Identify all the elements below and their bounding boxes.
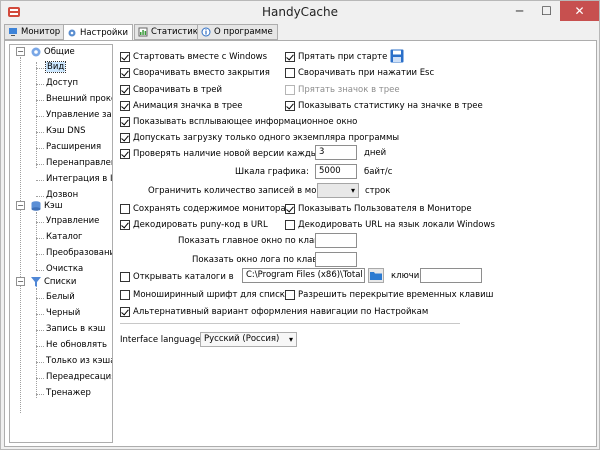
interface-language-select[interactable]: Русский (Россия) ▾ [200, 332, 297, 347]
tree-group-cache[interactable]: Кэш [44, 200, 62, 213]
gear-icon [31, 47, 41, 57]
monitor-icon [9, 28, 17, 36]
minimize-button[interactable]: ─ [506, 1, 533, 21]
tree-item-write-cache[interactable]: Запись в кэш [46, 323, 105, 336]
graph-scale-input[interactable]: 5000 [315, 164, 357, 179]
limit-records-unit: строк [365, 186, 391, 196]
tree-item-extensions[interactable]: Расширения [46, 141, 101, 154]
tree-item-trainer[interactable]: Тренажер [46, 387, 91, 400]
show-stats-tray-checkbox[interactable]: Показывать статистику на значке в трее [285, 100, 483, 112]
tab-monitor[interactable]: Монитор [4, 24, 66, 40]
close-button[interactable]: ✕ [560, 1, 599, 21]
tree-item-access[interactable]: Доступ [46, 77, 78, 90]
folder-icon [370, 272, 382, 280]
alt-nav-checkbox[interactable]: Альтернативный вариант оформления навига… [120, 306, 428, 318]
minimize-to-tray-checkbox[interactable]: Сворачивать в трей [120, 84, 222, 96]
tab-label: О программе [214, 27, 273, 37]
settings-tree: − Общие Вид Доступ Внешний прокси Управл… [9, 44, 113, 443]
tree-item-white[interactable]: Белый [46, 291, 75, 304]
limit-records-select[interactable]: ▾ [317, 183, 359, 198]
settings-icon [68, 29, 76, 36]
graph-scale-unit: байт/с [364, 167, 393, 177]
title-bar: HandyCache ─ ☐ ✕ [1, 1, 599, 23]
single-instance-checkbox[interactable]: Допускать загрузку только одного экземпл… [120, 132, 399, 144]
save-monitor-checkbox[interactable]: Сохранять содержимое монитора [120, 203, 286, 215]
update-interval-unit: дней [364, 148, 387, 158]
tree-item-cache-dir[interactable]: Каталог [46, 231, 83, 244]
tree-item-no-update[interactable]: Не обновлять [46, 339, 107, 352]
tree-group-general[interactable]: Общие [44, 46, 75, 59]
expander-lists[interactable]: − [16, 277, 25, 286]
expander-general[interactable]: − [16, 47, 25, 56]
chevron-down-icon: ▾ [350, 186, 355, 195]
tree-item-black[interactable]: Черный [46, 307, 80, 320]
tree-group-lists[interactable]: Списки [44, 276, 76, 289]
show-popup-checkbox[interactable]: Показывать всплывающее информационное ок… [120, 116, 357, 128]
tree-item-ie-integration[interactable]: Интеграция в IE [46, 173, 112, 186]
tree-item-cache-clean[interactable]: Очистка [46, 263, 83, 276]
graph-scale-label: Шкала графика: [235, 167, 309, 177]
start-with-windows-checkbox[interactable]: Стартовать вместе с Windows [120, 51, 267, 63]
tree-item-cache-only[interactable]: Только из кэша [46, 355, 112, 368]
tab-about[interactable]: О программе [197, 24, 278, 40]
database-icon [31, 201, 41, 211]
interface-language-label: Interface language: [120, 335, 204, 345]
log-window-hotkey-input[interactable] [315, 252, 357, 267]
animate-tray-icon-checkbox[interactable]: Анимация значка в трее [120, 100, 243, 112]
tree-item-dns-cache[interactable]: Кэш DNS [46, 125, 85, 138]
expander-cache[interactable]: − [16, 201, 25, 210]
keys-label: ключи: [391, 271, 423, 281]
main-window-hotkey-input[interactable] [315, 233, 357, 248]
hotkey-override-checkbox[interactable]: Разрешить перекрытие временных клавиш [285, 289, 493, 301]
divider [120, 323, 460, 324]
hide-on-start-checkbox[interactable]: Прятать при старте [285, 51, 387, 63]
tab-label: Монитор [21, 27, 61, 37]
decode-url-locale-checkbox[interactable]: Декодировать URL на язык локали Windows [285, 219, 495, 231]
app-window: HandyCache ─ ☐ ✕ Монитор Настройки Стати… [0, 0, 600, 450]
tree-item-redirect[interactable]: Перенаправление [46, 157, 112, 170]
minimize-instead-close-checkbox[interactable]: Сворачивать вместо закрытия [120, 67, 270, 79]
statistics-icon [138, 27, 148, 37]
decode-punycode-checkbox[interactable]: Декодировать puny-код в URL [120, 219, 268, 231]
tree-item-cache-convert[interactable]: Преобразование [46, 247, 112, 260]
tree-item-readdress[interactable]: Переадресация [46, 371, 112, 384]
tree-item-cache-manage[interactable]: Управление [46, 215, 99, 228]
minimize-on-esc-checkbox[interactable]: Сворачивать при нажатии Esc [285, 67, 434, 79]
tree-item-download-control[interactable]: Управление загру [46, 109, 112, 122]
tab-settings[interactable]: Настройки [63, 24, 134, 41]
maximize-button[interactable]: ☐ [533, 1, 560, 21]
update-interval-input[interactable]: 3 [315, 145, 357, 160]
tab-label: Настройки [80, 27, 129, 38]
file-manager-path-input[interactable]: C:\Program Files (x86)\Total Com [242, 268, 365, 283]
tree-item-view[interactable]: Вид [44, 61, 67, 74]
view-settings-panel: Стартовать вместе с Windows Прятать при … [118, 44, 592, 443]
tree-item-proxy[interactable]: Внешний прокси [46, 93, 112, 106]
chevron-down-icon: ▾ [288, 335, 293, 344]
info-icon [201, 27, 211, 37]
open-dirs-checkbox[interactable]: Открывать каталоги в [120, 271, 234, 283]
check-updates-checkbox[interactable]: Проверять наличие новой версии каждые [120, 148, 323, 160]
filter-icon [31, 277, 41, 287]
monospace-lists-checkbox[interactable]: Моноширинный шрифт для списков [120, 289, 295, 301]
browse-folder-button[interactable] [368, 268, 384, 283]
keys-input[interactable] [420, 268, 482, 283]
show-user-monitor-checkbox[interactable]: Показывать Пользователя в Мониторе [285, 203, 472, 215]
hide-tray-icon-checkbox: Прятать значок в трее [285, 84, 400, 96]
tab-label: Статистика [151, 27, 204, 37]
settings-page: − Общие Вид Доступ Внешний прокси Управл… [4, 40, 597, 447]
save-icon[interactable] [390, 49, 404, 63]
